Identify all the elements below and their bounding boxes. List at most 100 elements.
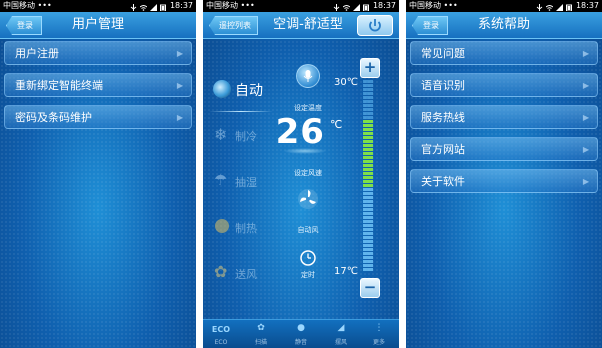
tab-label: 摆风 — [334, 339, 347, 346]
snowflake-icon: ❄ — [214, 125, 228, 144]
tab-mute[interactable]: ● 静音 — [287, 323, 315, 346]
menu-item-about[interactable]: 关于软件 ▶ — [410, 169, 598, 193]
temperature-bar-segment — [363, 152, 373, 155]
fan-mode-label: 自动风 — [297, 226, 319, 234]
mode-fan[interactable]: ✿ 送风 — [203, 254, 275, 300]
temperature-bar-segment — [363, 104, 373, 107]
page-title: 用户管理 — [71, 17, 124, 32]
temperature-bar-segment — [363, 180, 373, 183]
temperature-bar-segment — [363, 184, 373, 187]
temperature-bar-segment — [363, 96, 373, 99]
tab-eco[interactable]: ECO ECO — [207, 325, 235, 346]
bottom-toolbar: ECO ECO ✿ 扫描 ● 静音 ◢ 摆风 ⋮ 更多 — [203, 319, 399, 348]
page-title: 系统帮助 — [477, 17, 530, 32]
power-icon — [369, 19, 381, 32]
timer-label: 定时 — [301, 271, 315, 279]
temp-glow — [283, 148, 327, 154]
user-menu: 用户注册 ▶ 重新绑定智能终端 ▶ 密码及条码维护 ▶ — [4, 41, 192, 137]
temperature-bar-segment — [363, 112, 373, 115]
temperature-slider[interactable] — [363, 80, 373, 302]
status-bar: 中国移动 ••• 18:37 — [203, 0, 399, 12]
help-menu: 常见问题 ▶ 语音识别 ▶ 服务热线 ▶ 官方网站 ▶ 关于软件 ▶ — [410, 41, 598, 201]
chevron-right-icon: ▶ — [176, 81, 183, 90]
power-button[interactable] — [357, 15, 393, 36]
usb-icon — [333, 3, 340, 11]
temperature-bar-segment — [363, 172, 373, 175]
status-bar: 中国移动 ••• 18:37 — [406, 0, 602, 12]
swing-icon: ◢ — [337, 323, 345, 333]
timer-button[interactable] — [299, 249, 317, 267]
chevron-right-icon: ▶ — [582, 145, 589, 154]
carrier-label: 中国移动 ••• — [3, 1, 52, 10]
battery-icon — [565, 3, 573, 11]
temperature-bar-segment — [363, 168, 373, 171]
mode-cool[interactable]: ❄ 制冷 — [203, 116, 275, 162]
menu-item-rebind-terminal[interactable]: 重新绑定智能终端 ▶ — [4, 73, 192, 97]
usb-icon — [536, 3, 543, 11]
fan-icon — [298, 189, 318, 209]
voice-button[interactable] — [296, 64, 320, 88]
temperature-bar-segment — [363, 192, 373, 195]
temperature-bar-segment — [363, 100, 373, 103]
menu-item-password-barcode[interactable]: 密码及条码维护 ▶ — [4, 105, 192, 129]
temperature-bar-segment — [363, 268, 373, 271]
temperature-bar-segment — [363, 92, 373, 95]
min-temp-label: 17℃ — [334, 266, 358, 277]
clock: 18:37 — [372, 1, 396, 10]
more-icon: ⋮ — [374, 323, 384, 333]
temperature-bar-segment — [363, 216, 373, 219]
fan-icon: ✿ — [257, 323, 265, 333]
eco-icon: ECO — [211, 325, 231, 334]
temperature-bar-segment — [363, 236, 373, 239]
menu-item-voice-recognition[interactable]: 语音识别 ▶ — [410, 73, 598, 97]
tab-sweep[interactable]: ✿ 扫描 — [247, 323, 275, 346]
temperature-bar-segment — [363, 200, 373, 203]
chevron-right-icon: ▶ — [582, 49, 589, 58]
menu-item-label: 重新绑定智能终端 — [15, 79, 103, 92]
mode-label: 制热 — [235, 222, 257, 235]
menu-item-label: 语音识别 — [421, 79, 465, 92]
title-bar: 登录 系统帮助 — [406, 12, 602, 39]
signal-icon — [555, 3, 563, 11]
temperature-bar-segment — [363, 144, 373, 147]
fan-speed-button[interactable] — [297, 188, 319, 210]
user-management-screen: 中国移动 ••• 18:37 登录 用户管理 用户注册 ▶ 重新绑定智能终端 ▶… — [0, 0, 196, 348]
system-help-screen: 中国移动 ••• 18:37 登录 系统帮助 常见问题 ▶ 语音识别 ▶ 服务热… — [406, 0, 602, 348]
menu-item-faq[interactable]: 常见问题 ▶ — [410, 41, 598, 65]
tab-more[interactable]: ⋮ 更多 — [365, 323, 393, 346]
wifi-icon — [139, 3, 148, 11]
temperature-bar-segment — [363, 88, 373, 91]
chevron-right-icon: ▶ — [176, 49, 183, 58]
chevron-right-icon: ▶ — [582, 113, 589, 122]
signal-icon — [352, 3, 360, 11]
menu-item-service-hotline[interactable]: 服务热线 ▶ — [410, 105, 598, 129]
temperature-bar-segment — [363, 204, 373, 207]
status-bar: 中国移动 ••• 18:37 — [0, 0, 196, 12]
temperature-bar-segment — [363, 156, 373, 159]
wifi-icon — [545, 3, 554, 11]
menu-item-register[interactable]: 用户注册 ▶ — [4, 41, 192, 65]
temp-up-button[interactable]: + — [360, 58, 380, 78]
temperature-bar-segment — [363, 232, 373, 235]
tab-label: 扫描 — [254, 339, 267, 346]
fan-blow-icon: ✿ — [214, 262, 228, 281]
tab-label: 更多 — [372, 339, 385, 346]
temperature-bar-segment — [363, 188, 373, 191]
tab-label: 静音 — [294, 339, 307, 346]
dehumidify-icon: ☂ — [214, 171, 228, 189]
timer-icon — [300, 250, 316, 266]
temperature-bar-segment — [363, 148, 373, 151]
mode-auto[interactable]: 自动 — [203, 70, 275, 116]
menu-item-official-website[interactable]: 官方网站 ▶ — [410, 137, 598, 161]
divider — [209, 111, 273, 112]
temperature-bar-segment — [363, 176, 373, 179]
temperature-bar-segment — [363, 136, 373, 139]
mode-list: 自动 ❄ 制冷 ☂ 抽湿 制热 ✿ 送风 — [203, 70, 275, 300]
temperature-bar-segment — [363, 116, 373, 119]
mode-heat[interactable]: 制热 — [203, 208, 275, 254]
title-bar: 登录 用户管理 — [0, 12, 196, 39]
battery-icon — [362, 3, 370, 11]
temperature-bar-segment — [363, 228, 373, 231]
mode-dehumidify[interactable]: ☂ 抽湿 — [203, 162, 275, 208]
tab-swing[interactable]: ◢ 摆风 — [327, 323, 355, 346]
